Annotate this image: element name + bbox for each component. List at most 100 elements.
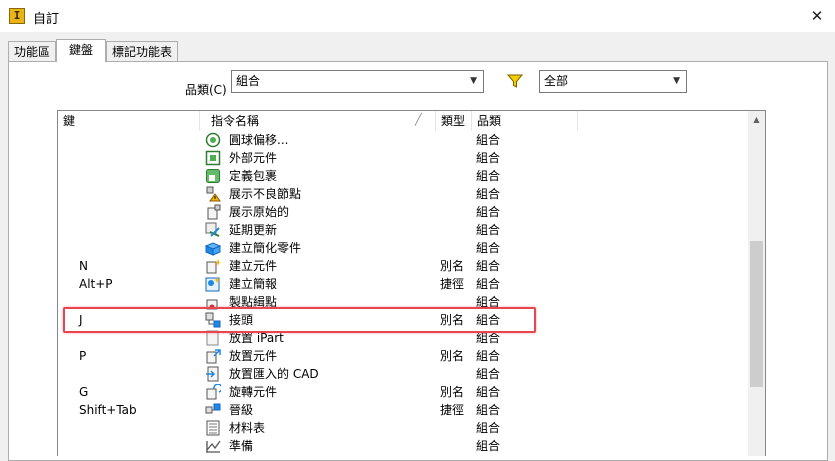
place-imported-cad-icon bbox=[206, 366, 219, 382]
create-profile-icon bbox=[205, 277, 221, 292]
row-key: J bbox=[79, 313, 83, 327]
make-points-icon bbox=[206, 299, 218, 310]
define-envelope-icon bbox=[206, 169, 220, 183]
row-command: 晉級 bbox=[229, 403, 254, 417]
prepare-icon bbox=[206, 440, 221, 453]
row-command: 放置元件 bbox=[229, 349, 278, 363]
scroll-up-icon[interactable]: ▲ bbox=[748, 111, 765, 128]
scope-dropdown[interactable]: 全部 ▼ bbox=[539, 70, 687, 93]
command-list[interactable]: 鍵 指令名稱 ╱ 類型 品類 圓球偏移... 組合 外部元件 組合 定義包裹 組… bbox=[57, 110, 766, 456]
row-command: 延期更新 bbox=[229, 223, 278, 237]
joint-icon bbox=[205, 312, 221, 328]
sort-indicator-icon: ╱ bbox=[415, 113, 422, 126]
table-row[interactable]: 定義包裹 組合 bbox=[58, 167, 748, 185]
row-category: 組合 bbox=[476, 205, 501, 219]
funnel-icon[interactable] bbox=[506, 73, 524, 89]
defer-update-icon bbox=[205, 222, 220, 237]
row-command: 旋轉元件 bbox=[229, 385, 278, 399]
row-category: 組合 bbox=[476, 421, 501, 435]
row-category: 組合 bbox=[476, 385, 501, 399]
table-row[interactable]: 材料表 組合 bbox=[58, 419, 748, 437]
row-category: 組合 bbox=[476, 187, 501, 201]
row-command: 建立簡化零件 bbox=[229, 241, 302, 255]
row-category: 組合 bbox=[476, 151, 501, 165]
table-row[interactable]: 展示原始的 組合 bbox=[58, 203, 748, 221]
row-command: 圓球偏移... bbox=[229, 133, 289, 147]
table-row[interactable]: 準備 組合 bbox=[58, 437, 748, 455]
row-type: 別名 bbox=[440, 259, 465, 273]
row-command: 放置匯入的 CAD bbox=[229, 367, 319, 381]
row-command: 準備 bbox=[229, 439, 254, 453]
row-type: 別名 bbox=[440, 349, 465, 363]
table-row[interactable]: 製點緝點 組合 bbox=[58, 293, 748, 311]
row-type: 捷徑 bbox=[440, 277, 465, 291]
table-row[interactable]: G 旋轉元件 別名 組合 bbox=[58, 383, 748, 401]
row-category: 組合 bbox=[476, 277, 501, 291]
tab-keyboard[interactable]: 鍵盤 bbox=[56, 39, 106, 62]
show-original-icon bbox=[207, 204, 221, 220]
row-category: 組合 bbox=[476, 133, 501, 147]
table-row[interactable]: 外部元件 組合 bbox=[58, 149, 748, 167]
title-bar: I 自訂 ✕ bbox=[0, 0, 835, 32]
row-key: Shift+Tab bbox=[79, 403, 137, 417]
bill-of-materials-icon bbox=[206, 420, 220, 436]
chevron-down-icon: ▼ bbox=[470, 76, 477, 86]
table-row[interactable]: J 接頭 別名 組合 bbox=[58, 311, 748, 329]
vertical-scrollbar[interactable]: ▲ bbox=[748, 111, 765, 456]
category-dropdown[interactable]: 組合 ▼ bbox=[231, 70, 484, 93]
window-title: 自訂 bbox=[33, 12, 60, 27]
tab-ribbon[interactable]: 功能區 bbox=[8, 41, 56, 61]
table-row[interactable]: 展示不良節點 組合 bbox=[58, 185, 748, 203]
chevron-down-icon: ▼ bbox=[673, 76, 680, 86]
row-command: 接頭 bbox=[229, 313, 254, 327]
place-component-icon bbox=[206, 349, 221, 364]
row-command: 放置 iPart bbox=[229, 331, 284, 345]
create-simplified-part-icon bbox=[205, 242, 221, 256]
row-key: N bbox=[79, 259, 88, 273]
app-icon: I bbox=[9, 8, 25, 24]
row-category: 組合 bbox=[476, 349, 501, 363]
row-type: 別名 bbox=[440, 313, 465, 327]
column-header-category[interactable]: 品類 bbox=[472, 111, 578, 131]
table-row[interactable]: P 放置元件 別名 組合 bbox=[58, 347, 748, 365]
category-label: 品類(C) bbox=[185, 83, 227, 97]
table-row[interactable]: 延期更新 組合 bbox=[58, 221, 748, 239]
row-type: 捷徑 bbox=[440, 403, 465, 417]
row-category: 組合 bbox=[476, 313, 501, 327]
table-row[interactable]: N 建立元件 別名 組合 bbox=[58, 257, 748, 275]
row-category: 組合 bbox=[476, 259, 501, 273]
row-command: 材料表 bbox=[229, 421, 266, 435]
show-sick-nodes-icon bbox=[206, 186, 221, 202]
row-command: 建立元件 bbox=[229, 259, 278, 273]
row-key: Alt+P bbox=[79, 277, 113, 291]
orbit-offset-icon bbox=[205, 132, 221, 148]
row-type: 別名 bbox=[440, 385, 465, 399]
close-button[interactable]: ✕ bbox=[805, 6, 829, 26]
list-header: 鍵 指令名稱 ╱ 類型 品類 bbox=[58, 111, 748, 131]
rotate-component-icon bbox=[206, 384, 221, 400]
row-category: 組合 bbox=[476, 439, 501, 453]
external-component-icon bbox=[205, 150, 221, 166]
scope-dropdown-value: 全部 bbox=[544, 74, 569, 88]
row-command: 展示不良節點 bbox=[229, 187, 302, 201]
place-ipart-icon bbox=[206, 330, 219, 346]
category-dropdown-value: 組合 bbox=[236, 74, 261, 88]
scroll-thumb[interactable] bbox=[750, 241, 763, 387]
column-header-command[interactable]: 指令名稱 bbox=[206, 111, 436, 131]
row-command: 建立簡報 bbox=[229, 277, 278, 291]
row-category: 組合 bbox=[476, 403, 501, 417]
row-command: 展示原始的 bbox=[229, 205, 290, 219]
row-command: 製點緝點 bbox=[229, 295, 278, 309]
table-row[interactable]: 放置匯入的 CAD 組合 bbox=[58, 365, 748, 383]
column-header-key[interactable]: 鍵 bbox=[58, 111, 200, 131]
promote-icon bbox=[205, 403, 221, 414]
tab-marking-menu[interactable]: 標記功能表 bbox=[106, 41, 178, 61]
table-row[interactable]: 圓球偏移... 組合 bbox=[58, 131, 748, 149]
row-key: P bbox=[79, 349, 87, 363]
table-row[interactable]: Shift+Tab 晉級 捷徑 組合 bbox=[58, 401, 748, 419]
row-command: 外部元件 bbox=[229, 151, 278, 165]
table-row[interactable]: Alt+P 建立簡報 捷徑 組合 bbox=[58, 275, 748, 293]
column-header-type[interactable]: 類型 bbox=[436, 111, 472, 131]
table-row[interactable]: 建立簡化零件 組合 bbox=[58, 239, 748, 257]
table-row[interactable]: 放置 iPart 組合 bbox=[58, 329, 748, 347]
